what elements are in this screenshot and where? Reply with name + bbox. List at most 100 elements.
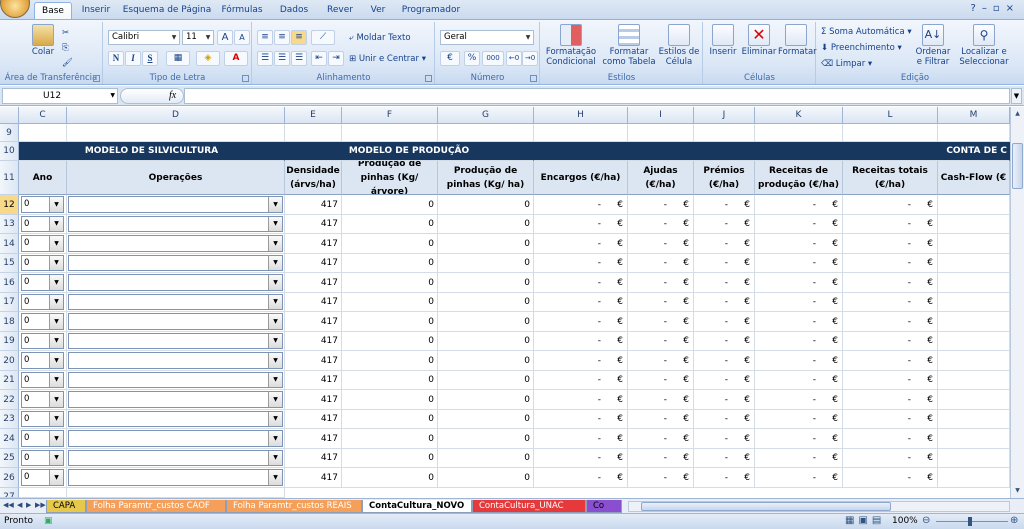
- cell-receitas-totais[interactable]: - €: [843, 234, 938, 254]
- cell-ajudas[interactable]: - €: [628, 449, 694, 468]
- last-sheet-icon[interactable]: ▶▶: [35, 501, 46, 509]
- cell-prod-arvore[interactable]: 0: [342, 390, 438, 410]
- chevron-down-icon[interactable]: ▼: [49, 256, 63, 270]
- close-icon[interactable]: ×: [1006, 3, 1020, 14]
- chevron-down-icon[interactable]: ▼: [49, 197, 63, 212]
- cell-cashflow[interactable]: [938, 332, 1010, 351]
- row-header[interactable]: 13: [0, 215, 19, 234]
- format-painter-icon[interactable]: 🖌: [62, 56, 73, 70]
- clipboard-launcher-icon[interactable]: [93, 75, 100, 82]
- chevron-down-icon[interactable]: ▼: [49, 353, 63, 368]
- cell-receitas-totais[interactable]: - €: [843, 195, 938, 215]
- cell-premios[interactable]: - €: [694, 215, 755, 234]
- cell-prod-arvore[interactable]: 0: [342, 371, 438, 390]
- cell-encargos[interactable]: - €: [534, 312, 628, 332]
- cell-cashflow[interactable]: [938, 390, 1010, 410]
- cell-prod-arvore[interactable]: 0: [342, 410, 438, 429]
- chevron-down-icon[interactable]: ▼: [49, 334, 63, 348]
- cell-ajudas[interactable]: - €: [628, 215, 694, 234]
- wrap-text-button[interactable]: ⤶ Moldar Texto: [349, 31, 411, 45]
- tab-esquema-pagina[interactable]: Esquema de Página: [122, 2, 212, 20]
- cell-premios[interactable]: - €: [694, 371, 755, 390]
- column-header-g[interactable]: G: [438, 107, 534, 124]
- cell-ajudas[interactable]: - €: [628, 332, 694, 351]
- zoom-slider[interactable]: [936, 521, 1008, 522]
- row-header[interactable]: 23: [0, 410, 19, 429]
- cell-receitas-prod[interactable]: - €: [755, 371, 843, 390]
- cell-encargos[interactable]: - €: [534, 273, 628, 293]
- tab-formulas[interactable]: Fórmulas: [218, 2, 266, 20]
- format-table-button[interactable]: Formatar como Tabela: [601, 24, 657, 67]
- cell-encargos[interactable]: - €: [534, 390, 628, 410]
- empty-cell[interactable]: [843, 124, 938, 142]
- delete-cells-button[interactable]: ✕ Eliminar: [740, 24, 778, 57]
- cell-styles-button[interactable]: Estilos de Célula: [657, 24, 701, 67]
- cell-encargos[interactable]: - €: [534, 332, 628, 351]
- cell-prod-arvore[interactable]: 0: [342, 449, 438, 468]
- scroll-down-icon[interactable]: ▼: [1012, 485, 1023, 497]
- cell-receitas-totais[interactable]: - €: [843, 351, 938, 371]
- ano-dropdown[interactable]: 0 ▼: [21, 255, 64, 271]
- cell-encargos[interactable]: - €: [534, 410, 628, 429]
- chevron-down-icon[interactable]: ▼: [268, 412, 282, 426]
- cell-premios[interactable]: - €: [694, 234, 755, 254]
- tab-inserir[interactable]: Inserir: [78, 2, 114, 20]
- chevron-down-icon[interactable]: ▼: [268, 451, 282, 465]
- row-header[interactable]: 21: [0, 371, 19, 390]
- cell-prod-arvore[interactable]: 0: [342, 332, 438, 351]
- cell-premios[interactable]: - €: [694, 429, 755, 449]
- cell-ajudas[interactable]: - €: [628, 195, 694, 215]
- font-size-select[interactable]: 11 ▼: [182, 30, 214, 45]
- empty-cell[interactable]: [755, 124, 843, 142]
- restore-icon[interactable]: ▫: [993, 3, 1006, 14]
- cell-receitas-totais[interactable]: - €: [843, 468, 938, 488]
- operacoes-dropdown[interactable]: ▼: [68, 235, 283, 252]
- cell-encargos[interactable]: - €: [534, 449, 628, 468]
- chevron-down-icon[interactable]: ▼: [268, 470, 282, 485]
- cell-receitas-prod[interactable]: - €: [755, 293, 843, 312]
- cell-encargos[interactable]: - €: [534, 351, 628, 371]
- ano-dropdown[interactable]: 0 ▼: [21, 235, 64, 252]
- cell-encargos[interactable]: - €: [534, 195, 628, 215]
- bold-button[interactable]: N: [108, 51, 124, 66]
- empty-cell[interactable]: [628, 124, 694, 142]
- cell-premios[interactable]: - €: [694, 254, 755, 273]
- cell-receitas-totais[interactable]: - €: [843, 390, 938, 410]
- cell-cashflow[interactable]: [938, 371, 1010, 390]
- cell-prod-ha[interactable]: 0: [438, 449, 534, 468]
- fill-color-icon[interactable]: ◈: [196, 51, 220, 66]
- align-right-icon[interactable]: ☰: [291, 51, 307, 66]
- first-sheet-icon[interactable]: ◀◀: [3, 501, 14, 509]
- cell-prod-arvore[interactable]: 0: [342, 312, 438, 332]
- cell-receitas-totais[interactable]: - €: [843, 410, 938, 429]
- cell-prod-ha[interactable]: 0: [438, 351, 534, 371]
- cell-prod-ha[interactable]: 0: [438, 254, 534, 273]
- ano-dropdown[interactable]: 0 ▼: [21, 469, 64, 486]
- decrease-decimal-icon[interactable]: →0: [522, 51, 538, 66]
- cell-prod-arvore[interactable]: 0: [342, 293, 438, 312]
- cell-prod-ha[interactable]: 0: [438, 332, 534, 351]
- italic-button[interactable]: I: [125, 51, 141, 66]
- chevron-down-icon[interactable]: ▼: [49, 470, 63, 485]
- cell-receitas-totais[interactable]: - €: [843, 273, 938, 293]
- cell-cashflow[interactable]: [938, 215, 1010, 234]
- currency-format-icon[interactable]: €: [440, 51, 460, 66]
- chevron-down-icon[interactable]: ▼: [268, 275, 282, 290]
- column-header-f[interactable]: F: [342, 107, 438, 124]
- cell-ajudas[interactable]: - €: [628, 371, 694, 390]
- empty-cell[interactable]: [694, 124, 755, 142]
- shrink-font-icon[interactable]: A: [234, 30, 250, 45]
- cell-cashflow[interactable]: [938, 293, 1010, 312]
- chevron-down-icon[interactable]: ▼: [268, 217, 282, 231]
- conditional-format-button[interactable]: Formatação Condicional: [543, 24, 599, 67]
- cell-prod-ha[interactable]: 0: [438, 293, 534, 312]
- operacoes-dropdown[interactable]: ▼: [68, 352, 283, 369]
- cell-prod-arvore[interactable]: 0: [342, 468, 438, 488]
- row-header[interactable]: 17: [0, 293, 19, 312]
- ano-dropdown[interactable]: 0 ▼: [21, 313, 64, 330]
- underline-button[interactable]: S: [142, 51, 158, 66]
- sheet-tab[interactable]: ContaCultura_UNAC: [472, 500, 586, 513]
- align-bottom-icon[interactable]: ≡: [291, 30, 307, 45]
- row-header[interactable]: 19: [0, 332, 19, 351]
- horizontal-scrollbar[interactable]: [628, 501, 1010, 512]
